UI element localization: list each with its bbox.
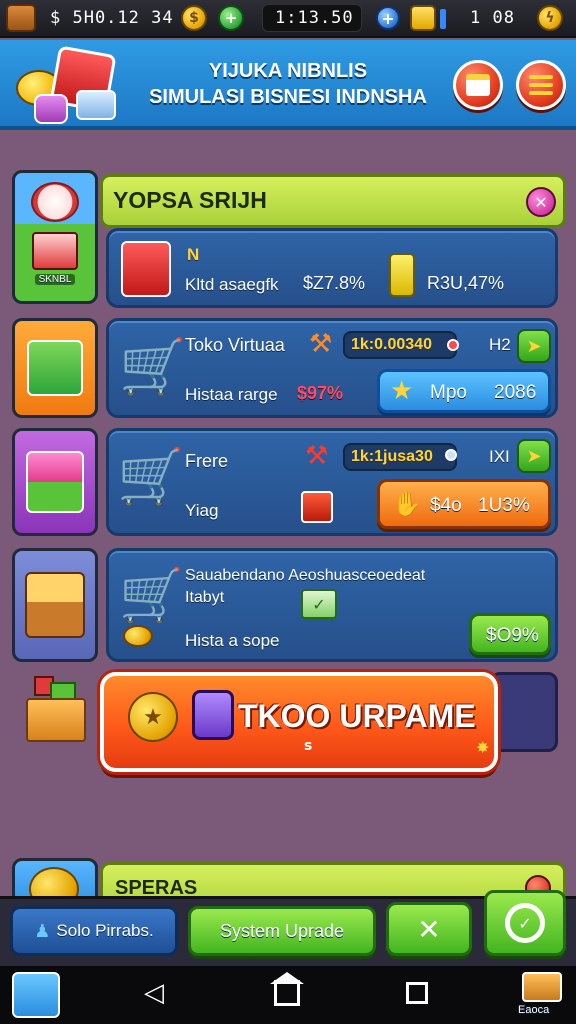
store-card-3[interactable]: 🛒 Sauabendano Aeoshuasceoedeat Itabyt ✓ … xyxy=(106,548,558,662)
nav-right-label: Eaoca xyxy=(518,1004,550,1016)
panel-title: YOPSA SRIJH xyxy=(113,187,267,213)
store-1-action-button[interactable]: ★ Mpo 2086 xyxy=(377,369,551,413)
store-2-tile[interactable] xyxy=(12,428,98,536)
summary-card: N Kltd asaegfk $Z7.8% R3U,47% xyxy=(106,228,558,308)
store-2-level: IXI xyxy=(489,447,510,466)
solo-button-label: Solo Pirrabs. xyxy=(56,921,154,940)
store-card-2[interactable]: 🛒 Frere ⚒ 1k:1jusa30 IXI ➤ Yiag ✋ $4o 1U… xyxy=(106,428,558,536)
close-icon: ✕ xyxy=(417,912,441,946)
gem-icon[interactable]: + xyxy=(218,5,244,31)
status-dot-icon xyxy=(445,449,457,461)
summary-badge: N xyxy=(187,245,200,264)
store-1-name: Toko Virtuaa xyxy=(185,335,285,355)
cancel-button[interactable]: ✕ xyxy=(386,902,472,956)
gift-box-icon xyxy=(301,491,333,523)
calendar-button[interactable] xyxy=(453,60,503,110)
hammer-icon: ⚒ xyxy=(309,329,333,359)
coin-stack-icon xyxy=(123,625,153,647)
system-nav-bar: ◁ Eaoca xyxy=(0,966,576,1024)
store-3-action-button[interactable]: $O9% xyxy=(469,613,551,655)
calendar-icon xyxy=(466,74,490,96)
store-upgrade-sub: s xyxy=(304,738,313,754)
store-card-1[interactable]: 🛒 Toko Virtuaa ⚒ 1k:0.00340 H2 ➤ Histaa … xyxy=(106,318,558,418)
lightning-coin-icon[interactable]: ϟ xyxy=(537,5,563,31)
coin-icon: $ xyxy=(181,5,207,31)
sparkle-icon: ✸ xyxy=(476,738,490,757)
crate-icon xyxy=(6,4,36,32)
cash-note-icon: ✓ xyxy=(301,589,337,619)
produce-crate-icon xyxy=(32,231,78,270)
plus-icon[interactable]: + xyxy=(376,6,400,30)
market-stall-icon xyxy=(26,451,84,513)
money-readout: $ 5H0.12 34 xyxy=(50,8,174,28)
store-2-action-button[interactable]: ✋ $4o 1U3% xyxy=(377,479,551,529)
summary-value-a: $Z7.8% xyxy=(303,273,366,293)
home-roof-icon xyxy=(270,972,304,984)
close-icon[interactable]: ✕ xyxy=(526,187,556,217)
clock-readout: 1:13.50 xyxy=(275,8,354,28)
produce-crate-icon xyxy=(121,241,171,297)
hammer-icon: ⚒ xyxy=(305,441,329,471)
store-1-button-label: Mpo xyxy=(430,382,467,403)
store-emblem-icon xyxy=(31,181,79,222)
arrow-up-icon[interactable]: ➤ xyxy=(517,329,551,363)
star-icon: ★ xyxy=(390,376,414,406)
shopping-cart-icon: 🛒 xyxy=(117,445,185,508)
store-1-percent: $97% xyxy=(297,383,344,403)
confirm-check-icon: ✓ xyxy=(505,903,545,943)
coin-icon: ★ xyxy=(128,692,178,742)
store-1-amount: 1k:0.00340 xyxy=(351,336,432,353)
safe-lock-icon xyxy=(192,690,234,740)
store-3-button-label: $O9% xyxy=(486,625,539,646)
store-2-button-value: 1U3% xyxy=(478,495,530,516)
store-upgrade-label: TKOO URPAME xyxy=(238,698,476,734)
game-header: YIJUKA NIBNLIS SIMULASI BISNESI INDNSHA xyxy=(0,40,576,130)
panel-title-bar: YOPSA SRIJH ✕ xyxy=(100,174,566,228)
meter-icon xyxy=(440,9,446,29)
shop-crate-icon[interactable] xyxy=(522,972,562,1002)
cash-register-icon xyxy=(27,340,83,396)
status-bar: $ 5H0.12 34 $ + 1:13.50 + 1 08 ϟ xyxy=(0,0,576,38)
store-1-level: H2 xyxy=(489,335,511,354)
store-2-amount: 1k:1jusa30 xyxy=(351,448,433,465)
store-1-tile[interactable] xyxy=(12,318,98,418)
locked-slot xyxy=(490,672,558,752)
store-2-button-label: $4o xyxy=(430,495,462,516)
store-2-amount-pill: 1k:1jusa30 xyxy=(343,443,457,471)
person-icon: ♟ xyxy=(34,920,51,942)
store-3-line2: Itabyt xyxy=(185,589,225,606)
confirm-button[interactable]: ✓ xyxy=(484,890,566,956)
crates-icon xyxy=(26,676,88,746)
shopping-cart-icon: 🛒 xyxy=(119,335,187,398)
shopping-cart-icon: 🛒 xyxy=(119,566,184,626)
store-badge-tile[interactable]: SKNBL xyxy=(12,170,98,304)
system-upgrade-label: System Uprade xyxy=(219,920,345,941)
back-icon[interactable]: ◁ xyxy=(144,978,164,1008)
summary-value-b: R3U,47% xyxy=(427,273,505,293)
recent-apps-icon[interactable] xyxy=(406,982,428,1004)
solo-button[interactable]: ♟ Solo Pirrabs. xyxy=(10,906,178,956)
gold-stack-icon xyxy=(410,5,436,31)
arrow-up-icon[interactable]: ➤ xyxy=(517,439,551,473)
store-3-sub-label: Hista a sope xyxy=(185,631,280,650)
juice-bottle-icon xyxy=(389,253,415,297)
hand-coin-icon: ✋ xyxy=(392,490,422,518)
app-shortcut-icon[interactable] xyxy=(12,972,60,1018)
store-upgrade-button[interactable]: ★ TKOO URPAME s ✸ xyxy=(100,672,498,772)
menu-button[interactable] xyxy=(516,60,566,110)
system-upgrade-button[interactable]: System Uprade xyxy=(188,906,376,956)
bread-basket-icon xyxy=(25,572,85,638)
summary-label: Kltd asaegfk xyxy=(185,275,279,294)
status-dot-icon xyxy=(447,339,459,351)
store-3-tile[interactable] xyxy=(12,548,98,662)
store-1-sub-label: Histaa rarge xyxy=(185,385,278,404)
store-2-sub-label: Yiag xyxy=(185,501,219,520)
side-label: SKNBL xyxy=(34,273,76,285)
gem-readout: 1 08 xyxy=(470,8,515,28)
list-icon xyxy=(529,75,553,95)
store-1-button-value: 2086 xyxy=(494,382,537,403)
store-2-name: Frere xyxy=(185,451,229,471)
store-1-amount-pill: 1k:0.00340 xyxy=(343,331,457,359)
store-3-name: Sauabendano Aeoshuasceoedeat xyxy=(185,567,426,584)
